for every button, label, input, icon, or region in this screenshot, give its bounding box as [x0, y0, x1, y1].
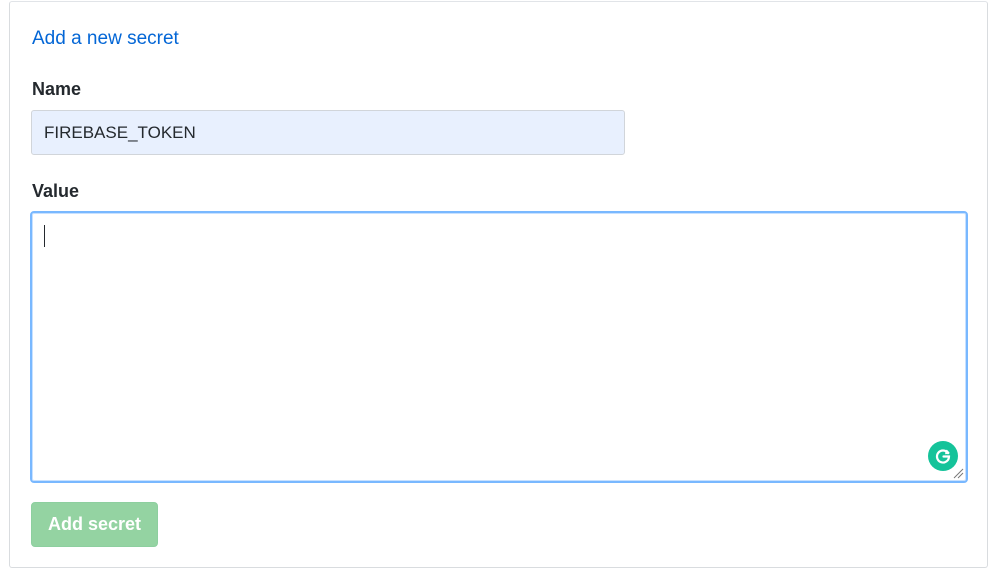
add-new-secret-link[interactable]: Add a new secret [32, 27, 179, 51]
value-label: Value [32, 181, 80, 201]
value-textarea[interactable] [30, 211, 968, 483]
resize-grip-icon[interactable] [952, 467, 964, 479]
add-secret-button[interactable]: Add secret [31, 502, 158, 547]
text-caret [44, 225, 45, 247]
name-label: Name [32, 79, 82, 99]
name-input[interactable] [31, 110, 625, 155]
